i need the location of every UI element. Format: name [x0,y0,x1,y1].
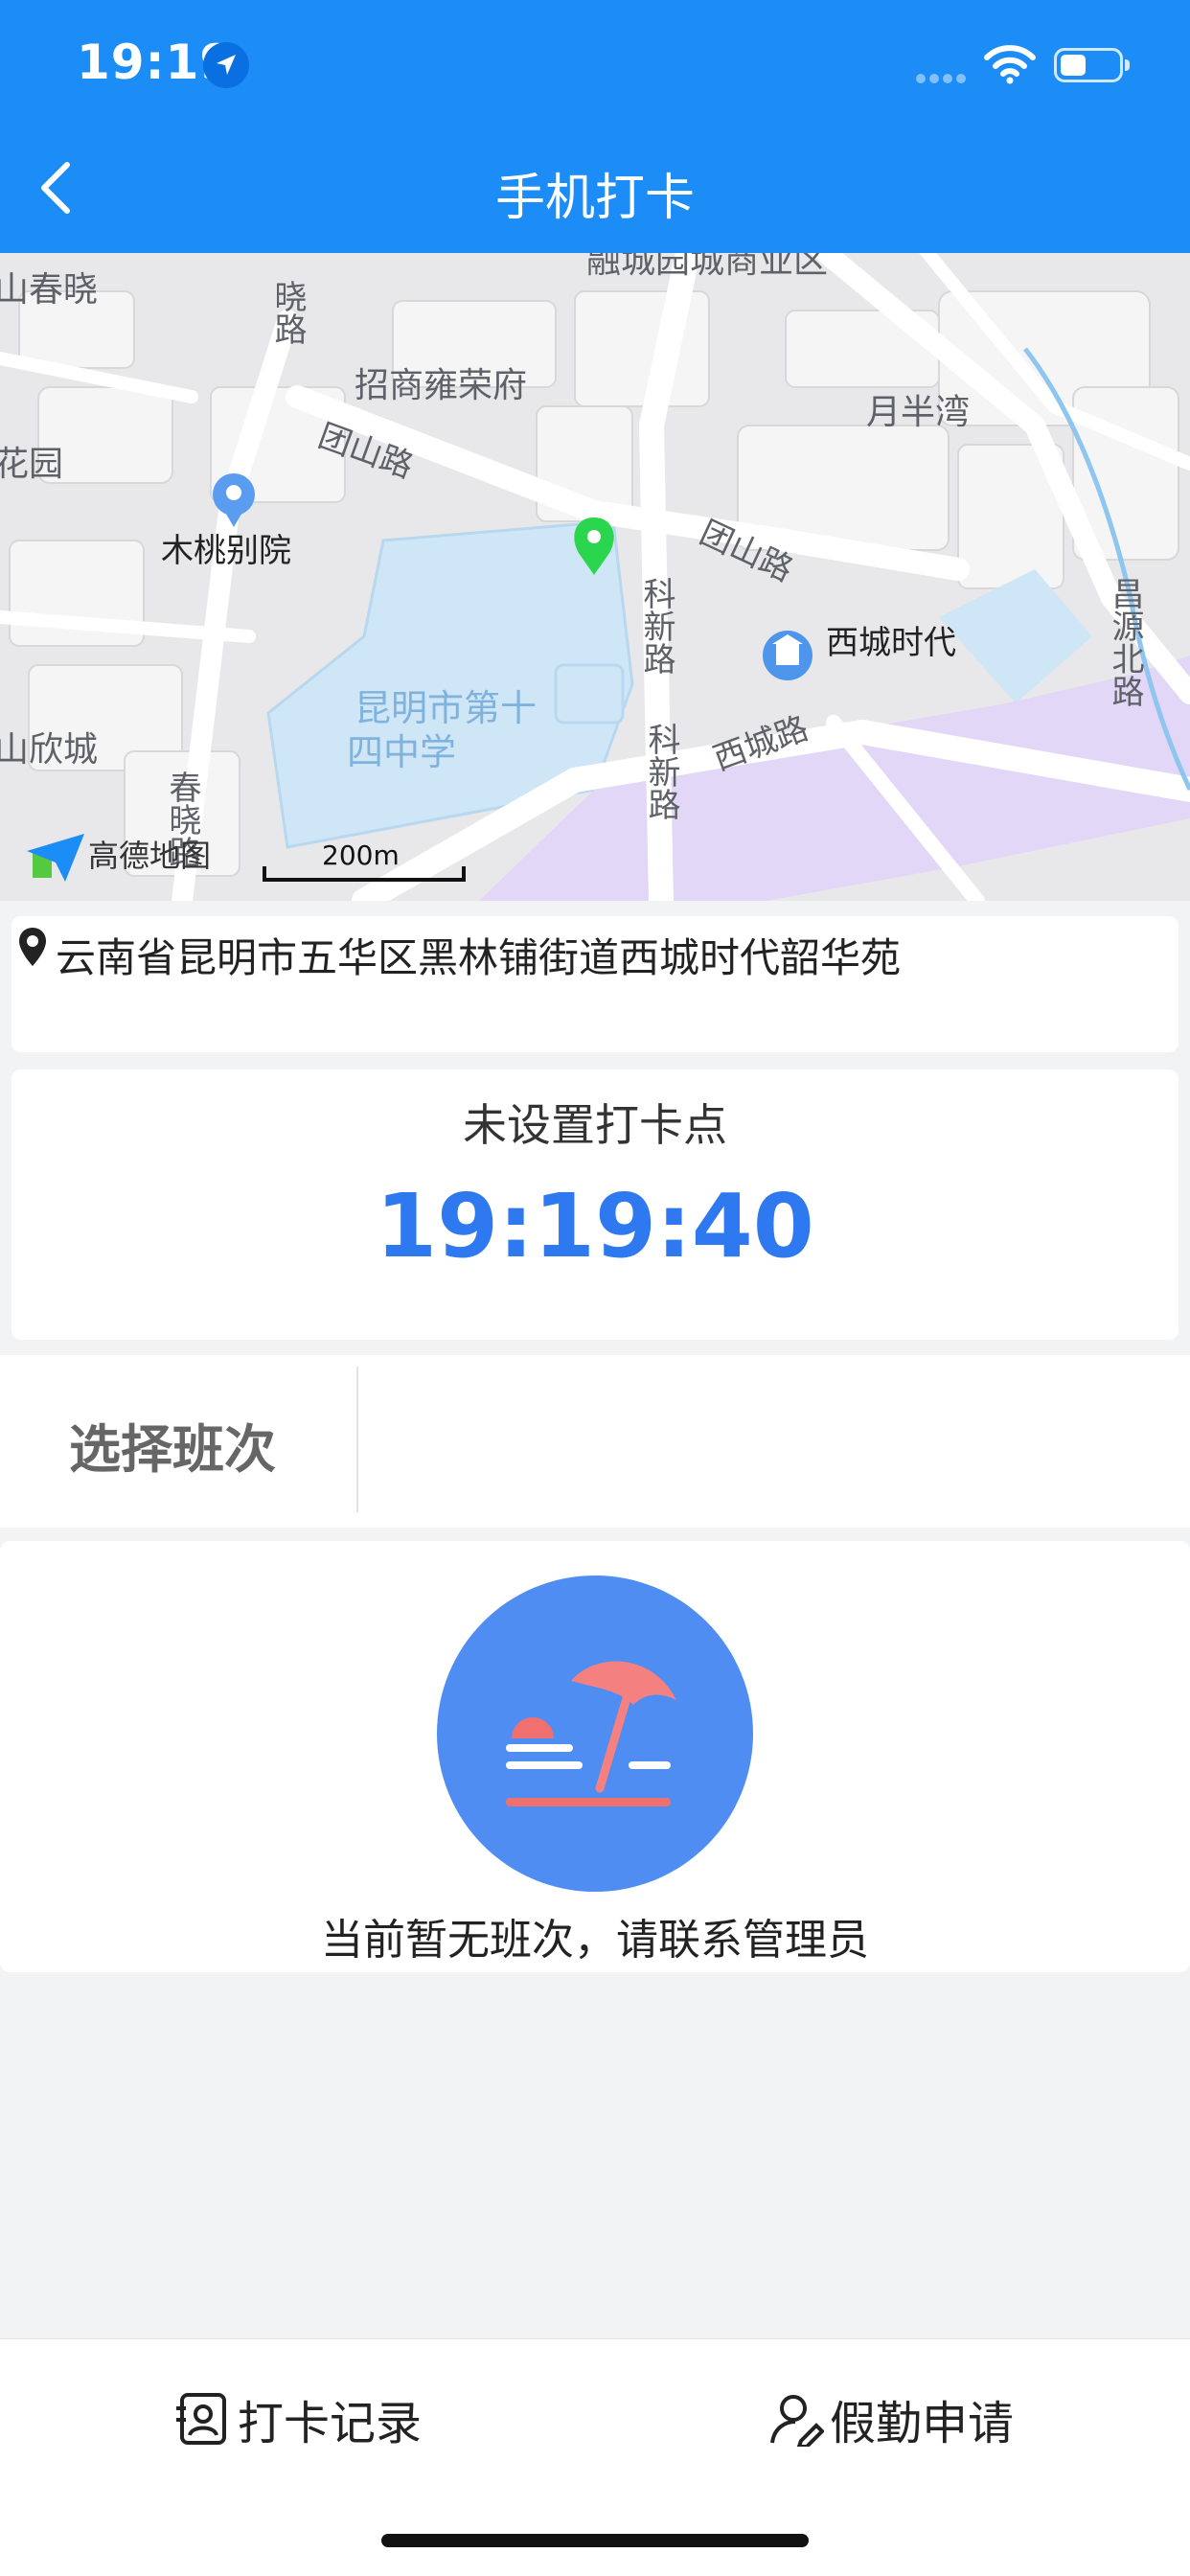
map-road-label: 科新路 [642,723,680,820]
location-pin-icon [19,928,46,966]
empty-state-text: 当前暂无班次，请联系管理员 [321,1916,869,1965]
empty-state: 当前暂无班次，请联系管理员 [0,1541,1190,1972]
map-label-school: 昆明市第十 [355,687,537,729]
clock-card: 未设置打卡点 19:19:40 [11,1070,1179,1340]
tab-label: 假勤申请 [830,2397,1015,2450]
svg-text:高德地图: 高德地图 [88,838,211,874]
battery-icon [1054,48,1130,82]
map-label: 招商雍荣府 [355,366,527,405]
map-label: 山春晓 [0,270,98,310]
user-edit-icon [770,2395,824,2447]
svg-text:200m: 200m [322,840,400,871]
page-title: 手机打卡 [494,170,695,227]
checkin-point-status: 未设置打卡点 [463,1099,727,1151]
current-time: 19:19:40 [376,1175,814,1277]
map-label: 木桃别院 [161,532,291,570]
beach-umbrella-icon [437,1576,753,1892]
map-view[interactable]: 山春晓 融城园城商业区 招商雍荣府 月半湾 花园 木桃别院 西城时代 山欣城 团… [0,253,1190,901]
address-text: 云南省昆明市五华区黑林铺街道西城时代韶华苑 [56,934,902,981]
home-indicator [381,2534,809,2547]
location-services-icon [203,42,249,88]
map-label: 山欣城 [0,730,98,770]
cellular-signal-icon [916,69,970,87]
tab-label: 打卡记录 [238,2397,423,2450]
wifi-icon [983,44,1037,88]
map-road-label: 科新路 [637,577,675,675]
address-card: 云南省昆明市五华区黑林铺街道西城时代韶华苑 [11,916,1179,1052]
map-label: 融城园城商业区 [586,253,828,281]
map-label: 月半湾 [866,393,970,432]
map-label-school: 四中学 [347,731,456,773]
map-label: 花园 [0,445,63,484]
page: 19:19 手机打卡 山春晓 融城园城商业区 招商雍荣府 月半湾 花园 木桃别院… [0,0,1190,2576]
header: 19:19 手机打卡 [0,0,1190,253]
map-road-label: 晓路 [268,280,307,345]
map-label: 西城时代 [826,624,956,662]
shift-selector-label[interactable]: 选择班次 [69,1407,276,1483]
shift-value[interactable] [383,1355,1179,1528]
museum-poi-icon[interactable] [763,631,812,680]
map-road-label: 昌源北路 [1106,577,1144,707]
divider [356,1367,358,1512]
clock-record-icon [176,2393,226,2445]
shift-selector[interactable]: 选择班次 [0,1355,1190,1528]
